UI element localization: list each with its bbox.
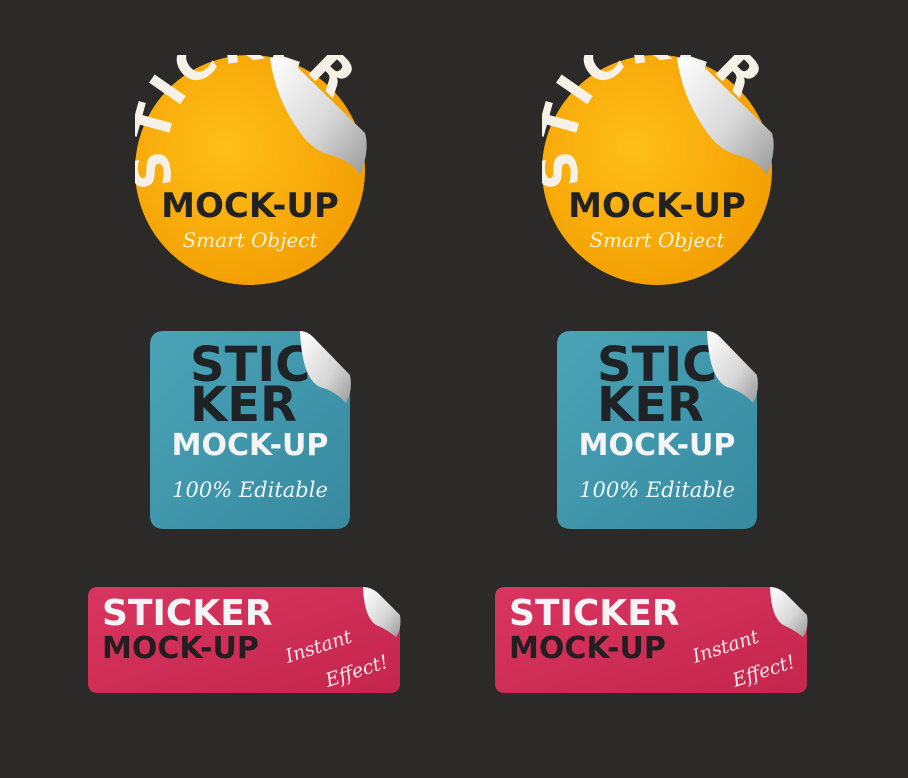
square-sticker-left: STIC KER MOCK-UP 100% Editable <box>150 331 351 529</box>
circle-sticker-left: STICKER MOCK-UP Smart Object <box>135 55 367 285</box>
circle-sticker-main-text: MOCK-UP <box>568 186 746 226</box>
square-sticker-script-text: 100% Editable <box>172 478 328 502</box>
square-sticker-line2: KER <box>190 377 297 433</box>
rect-sticker-line1: STICKER <box>509 593 680 634</box>
rect-sticker-line2: MOCK-UP <box>509 631 666 666</box>
rect-sticker-line2: MOCK-UP <box>102 631 259 666</box>
square-sticker-main-text: MOCK-UP <box>172 428 329 463</box>
circle-sticker-script-text: Smart Object <box>589 228 725 252</box>
sticker-mockup-canvas: STICKER MOCK-UP Smart Object STICKER MOC… <box>0 0 908 778</box>
square-sticker-right: STIC KER MOCK-UP 100% Editable <box>557 331 758 529</box>
square-sticker-main-text: MOCK-UP <box>579 428 736 463</box>
square-sticker-script-text: 100% Editable <box>579 478 735 502</box>
rect-sticker-right: STICKER MOCK-UP Instant Effect! <box>495 587 808 693</box>
circle-sticker-right: STICKER MOCK-UP Smart Object <box>542 55 774 285</box>
square-sticker-line2: KER <box>597 377 704 433</box>
rect-sticker-line1: STICKER <box>102 593 273 634</box>
circle-sticker-script-text: Smart Object <box>182 228 318 252</box>
rect-sticker-left: STICKER MOCK-UP Instant Effect! <box>88 587 401 693</box>
circle-sticker-main-text: MOCK-UP <box>161 186 339 226</box>
